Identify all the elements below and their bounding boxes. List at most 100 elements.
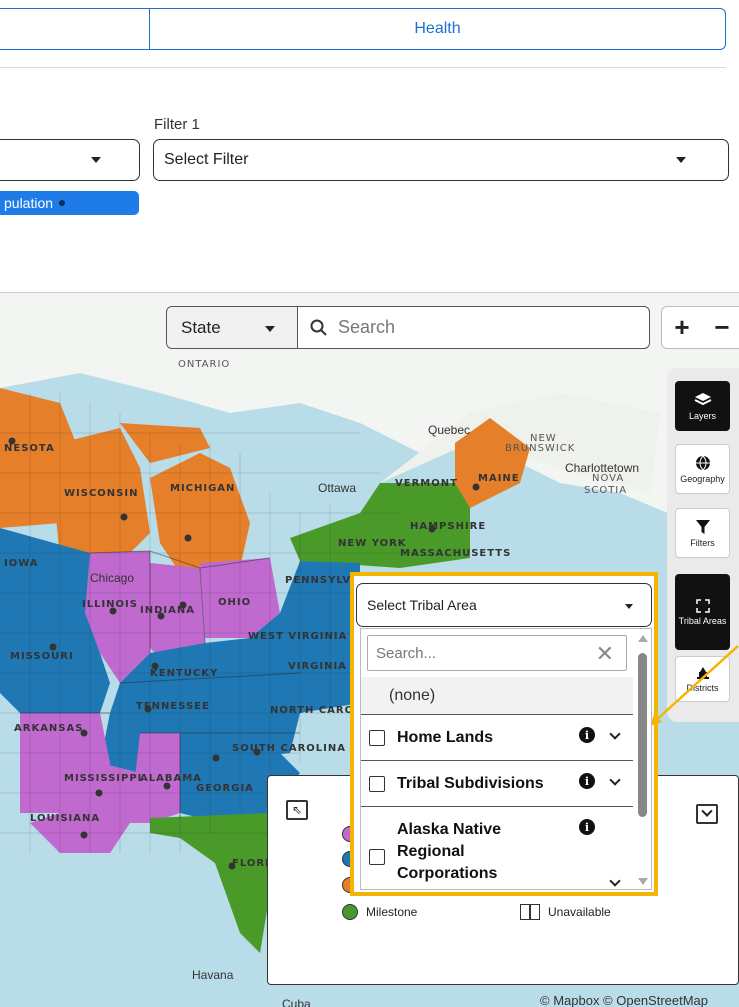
tribal-area-select[interactable]: Select Tribal Area (356, 583, 652, 627)
map-label-virginia: VIRGINIA (288, 661, 347, 672)
map-label-nova-2: SCOTIA (584, 485, 628, 496)
tribal-search-placeholder: Search... (376, 644, 437, 662)
map-label-west-virginia: WEST VIRGINIA (248, 631, 348, 642)
map-label-kentucky: KENTUCKY (150, 668, 219, 679)
dropdown-scrollbar[interactable] (635, 629, 651, 889)
filters-label: Filters (690, 537, 715, 548)
layers-label: Layers (688, 410, 716, 421)
population-chip[interactable]: pulation (0, 191, 139, 215)
category-tabs: Health (0, 8, 726, 50)
checkbox-alaska-native[interactable] (369, 849, 385, 865)
map-search-bar: State Search (166, 306, 650, 349)
option-alaska-native[interactable]: Alaska Native Regional Corporations i (361, 807, 633, 889)
tribal-area-select-value: Select Tribal Area (367, 597, 477, 613)
filter-1-label: Filter 1 (154, 116, 200, 133)
map-label-cuba: Cuba (282, 997, 311, 1007)
legend-item-milestone: Milestone (342, 904, 417, 920)
chevron-down-icon[interactable] (609, 774, 621, 786)
geography-button[interactable]: Geography (675, 444, 730, 494)
map-label-south-carolina: SOUTH CAROLINA (232, 743, 346, 754)
chip-label: pulation (4, 195, 54, 211)
map-label-new-brunswick-2: BRUNSWICK (505, 443, 576, 454)
chevron-down-icon[interactable] (609, 728, 621, 740)
map-label-louisiana: LOUISIANA (30, 813, 101, 824)
tribal-area-dropdown: Search... ✕ (none) Home Lands i Tribal S… (360, 628, 652, 890)
map-label-hampshire: HAMPSHIRE (410, 521, 487, 532)
legend-label-unavailable: Unavailable (548, 905, 611, 919)
filter-1-value: Select Filter (164, 151, 249, 168)
tab-left[interactable] (0, 9, 150, 49)
indicator-select[interactable] (0, 139, 140, 181)
map-label-missouri: MISSOURI (10, 651, 74, 662)
caret-down-icon (625, 604, 633, 609)
map-label-illinois: ILLINOIS (82, 599, 138, 610)
globe-icon (695, 455, 710, 471)
checkbox-tribal-subdivisions[interactable] (369, 776, 385, 792)
map-label-ontario: ONTARIO (178, 359, 231, 370)
filter-1-select[interactable]: Select Filter (153, 139, 729, 181)
info-icon[interactable]: i (579, 819, 595, 835)
expand-legend-button[interactable]: ⇖ (286, 800, 308, 820)
chevron-down-icon[interactable] (609, 875, 621, 887)
option-none[interactable]: (none) (361, 677, 633, 715)
zoom-controls: + − (661, 306, 739, 349)
clear-icon[interactable]: ✕ (596, 641, 614, 667)
map-label-massachusetts: MASSACHUSETTS (400, 548, 512, 559)
tribal-areas-button[interactable]: Tribal Areas (675, 574, 730, 650)
option-home-lands-label: Home Lands (397, 729, 494, 746)
map-label-iowa: IOWA (4, 558, 39, 569)
chevron-down-icon (701, 805, 713, 817)
arrow-up-left-icon: ⇖ (291, 803, 303, 817)
legend-dot-green (342, 904, 358, 920)
collapse-legend-button[interactable] (696, 804, 718, 824)
layers-icon (694, 392, 711, 405)
state-select-value: State (181, 317, 221, 337)
caret-down-icon (91, 157, 101, 163)
callout-arrow (650, 645, 739, 726)
map-label-quebec: Quebec (428, 423, 471, 437)
map-search-placeholder: Search (338, 317, 396, 337)
divider (0, 67, 726, 68)
map-label-mississippi: MISSISSIPPI (64, 773, 143, 784)
expand-icon (695, 598, 710, 613)
option-tribal-subdivisions-label: Tribal Subdivisions (397, 775, 544, 792)
map-label-indiana: INDIANA (140, 605, 195, 616)
info-icon[interactable]: i (579, 727, 595, 743)
caret-down-icon (676, 157, 686, 163)
option-home-lands[interactable]: Home Lands i (361, 715, 633, 761)
map-label-wisconsin: WISCONSIN (64, 488, 139, 499)
map-label-michigan: MICHIGAN (170, 483, 236, 494)
map-label-alabama: ALABAMA (140, 773, 202, 784)
caret-down-icon (265, 326, 275, 332)
filters-button[interactable]: Filters (675, 508, 730, 558)
tribal-search-input[interactable]: Search... ✕ (367, 635, 627, 671)
map-label-minnesota: NESOTA (4, 443, 55, 454)
zoom-out-button[interactable]: − (702, 312, 739, 343)
info-icon[interactable]: i (579, 773, 595, 789)
option-alaska-native-line3: Corporations (397, 865, 498, 882)
legend-box-unavailable (520, 904, 540, 920)
state-select[interactable]: State (167, 307, 298, 348)
legend-item-unavailable: Unavailable (520, 904, 611, 920)
map-label-maine: MAINE (478, 473, 520, 484)
geography-label: Geography (680, 473, 725, 484)
layers-button[interactable]: Layers (675, 381, 730, 431)
filter-icon (695, 519, 710, 534)
map-label-arkansas: ARKANSAS (14, 723, 84, 734)
scroll-up-icon[interactable] (638, 635, 648, 642)
map-label-tennessee: TENNESSEE (136, 701, 210, 712)
scroll-down-icon[interactable] (638, 878, 648, 885)
checkbox-home-lands[interactable] (369, 730, 385, 746)
map-label-nova-1: NOVA (592, 473, 625, 484)
map-attribution[interactable]: © Mapbox © OpenStreetMap (540, 993, 708, 1007)
map-search-input[interactable]: Search (298, 307, 649, 348)
map-label-chicago: Chicago (90, 571, 135, 585)
map-label-new-york: NEW YORK (338, 538, 407, 549)
search-icon (310, 319, 327, 336)
zoom-in-button[interactable]: + (662, 312, 702, 343)
dot-icon (59, 200, 66, 206)
tab-health[interactable]: Health (150, 9, 725, 49)
option-tribal-subdivisions[interactable]: Tribal Subdivisions i (361, 761, 633, 807)
tribal-areas-label: Tribal Areas (678, 615, 727, 626)
scroll-thumb[interactable] (638, 653, 647, 817)
